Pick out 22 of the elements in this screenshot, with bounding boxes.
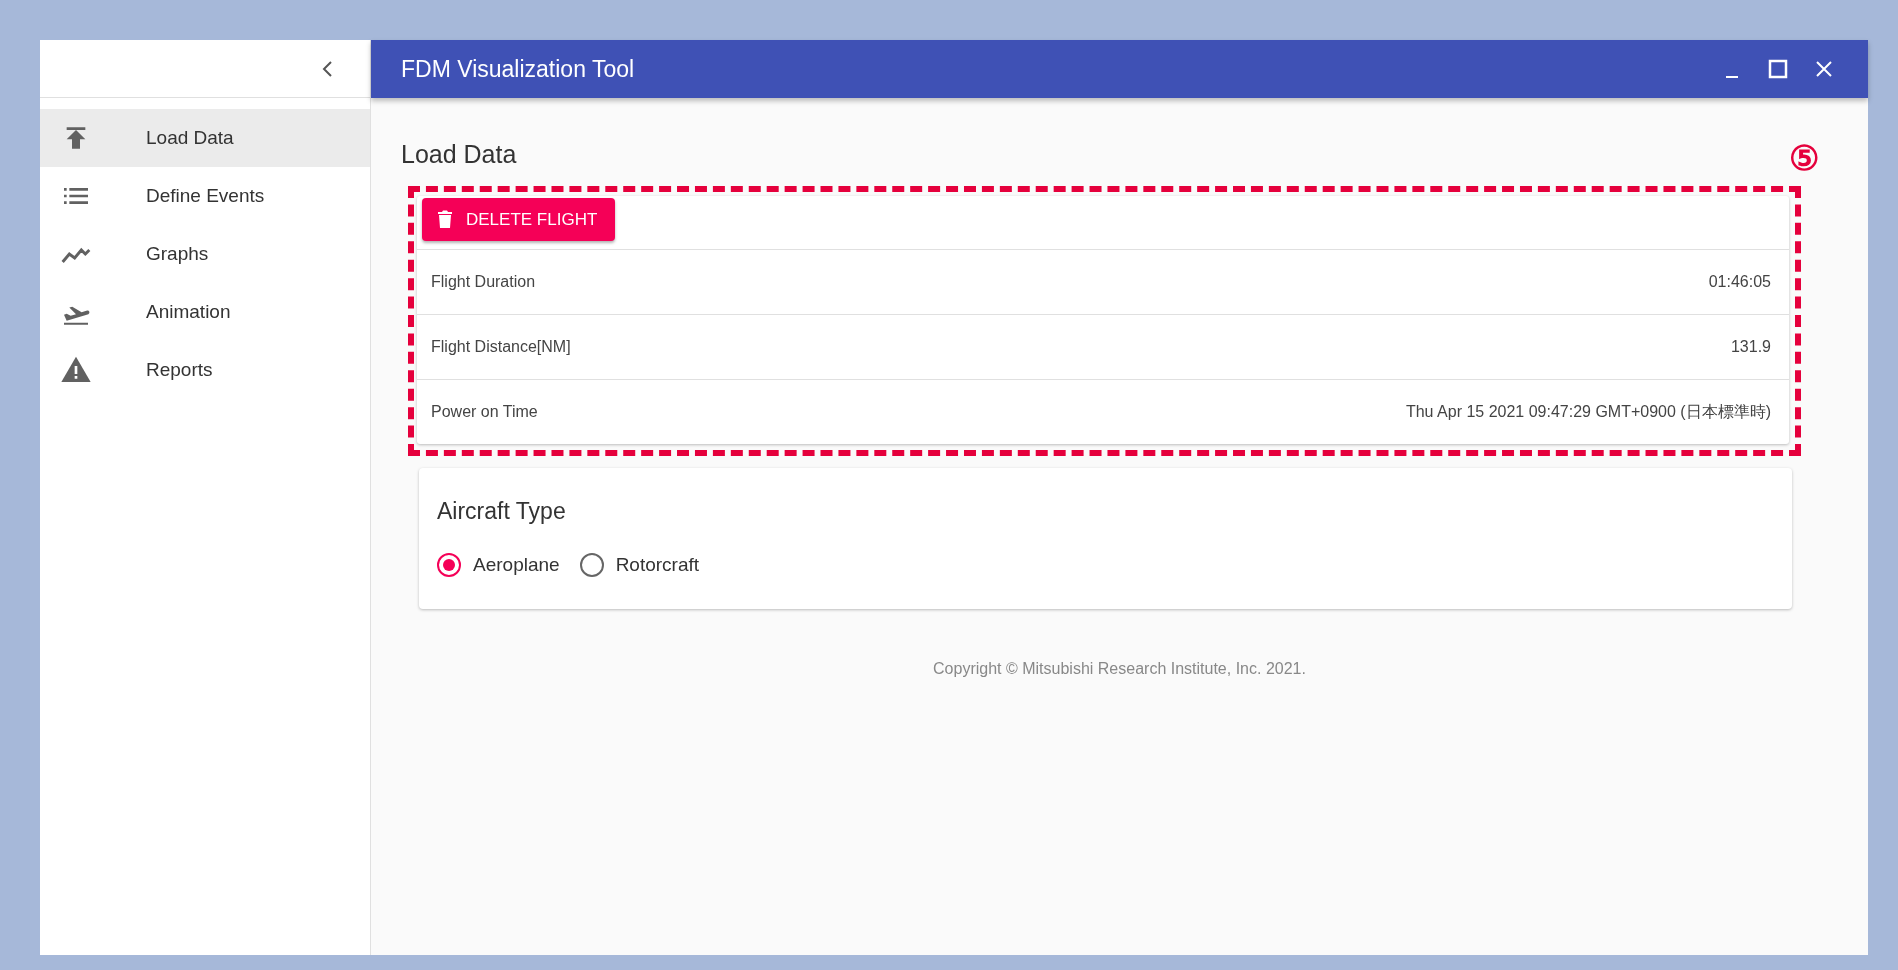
- info-value: 01:46:05: [1708, 272, 1771, 292]
- info-label: Flight Duration: [431, 272, 536, 292]
- info-value: 131.9: [1730, 337, 1771, 357]
- info-value: Thu Apr 15 2021 09:47:29 GMT+0900 (日本標準時): [1405, 402, 1771, 422]
- annotation-number: ⑤: [1789, 140, 1819, 175]
- card-title: Aircraft Type: [437, 497, 567, 526]
- delete-flight-button[interactable]: DELETE FLIGHT: [422, 197, 616, 241]
- window-title: FDM Visualization Tool: [401, 54, 636, 84]
- radio-option[interactable]: Rotorcraft: [579, 550, 700, 579]
- copyright-text: Copyright © Mitsubishi Research Institute, Inc. 2021.: [932, 659, 1307, 679]
- sidebar-item[interactable]: Define Events: [40, 167, 370, 225]
- sidebar-item[interactable]: Load Data: [40, 109, 370, 167]
- sidebar-item[interactable]: Graphs: [40, 225, 370, 283]
- radio-button[interactable]: [437, 552, 461, 577]
- page-title: Load Data: [401, 139, 517, 170]
- trash-icon: [438, 210, 452, 229]
- info-label: Power on Time: [431, 402, 538, 422]
- sidebar-item[interactable]: Animation: [40, 283, 370, 341]
- info-label: Flight Distance[NM]: [431, 337, 571, 357]
- sidebar-item[interactable]: Reports: [40, 341, 370, 399]
- radio-button[interactable]: [579, 552, 604, 577]
- radio-option[interactable]: Aeroplane: [437, 550, 560, 579]
